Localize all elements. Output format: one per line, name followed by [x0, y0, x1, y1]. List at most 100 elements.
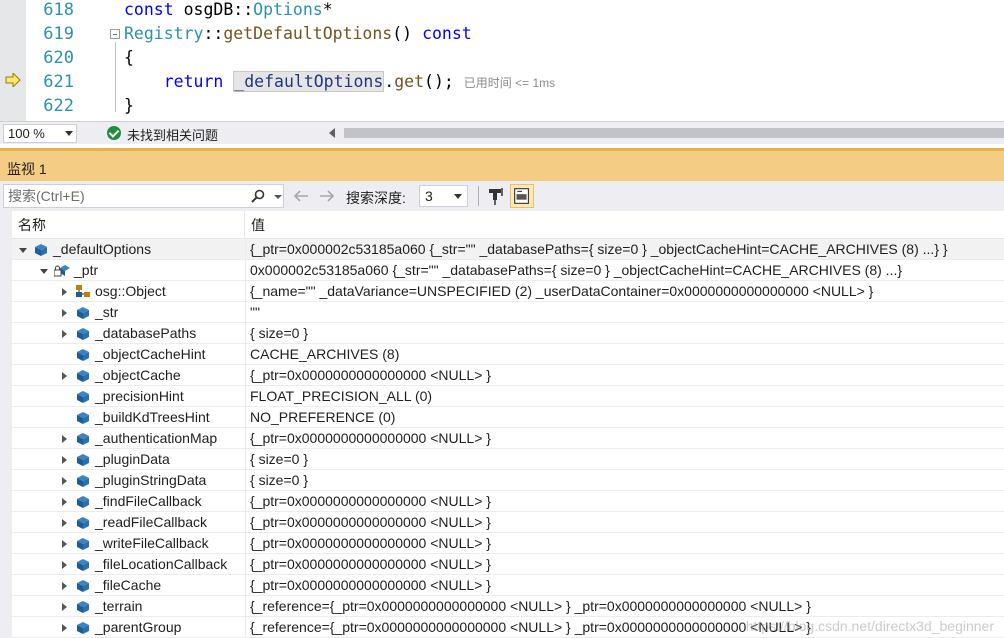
expand-triangle-icon[interactable] — [62, 372, 67, 380]
watch-row-value[interactable]: {_ptr=0x000002c53185a060 {_str="" _datab… — [250, 239, 948, 260]
watch-row-value[interactable]: {_ptr=0x0000000000000000 <NULL> } — [250, 365, 491, 386]
column-header-value[interactable]: 值 — [245, 211, 1004, 239]
code-editor[interactable]: 618 const osgDB::Options* 619 Registry::get… — [0, 0, 1004, 121]
watch-row-value[interactable]: {_ptr=0x0000000000000000 <NULL> } — [250, 491, 491, 512]
code-line[interactable]: 618 const osgDB::Options* — [0, 0, 1004, 22]
watch-row-value[interactable]: {_reference={_ptr=0x0000000000000000 <NU… — [250, 617, 811, 638]
watch-row-name[interactable]: _terrain — [95, 596, 142, 617]
expand-triangle-icon[interactable] — [62, 582, 67, 590]
zoom-level-dropdown[interactable]: 100 % — [3, 124, 77, 143]
watch-row[interactable]: _buildKdTreesHint NO_PREFERENCE (0) — [12, 407, 1004, 428]
watch-row-name[interactable]: _defaultOptions — [53, 239, 151, 260]
watch-row-name[interactable]: _pluginData — [95, 449, 170, 470]
watch-row[interactable]: _findFileCallback {_ptr=0x000000000000000… — [12, 491, 1004, 512]
code-line[interactable]: 620 { — [0, 46, 1004, 70]
code-text[interactable]: const osgDB::Options* — [124, 0, 333, 22]
watch-row-value[interactable]: {_ptr=0x0000000000000000 <NULL> } — [250, 428, 491, 449]
watch-row-name[interactable]: _writeFileCallback — [95, 533, 209, 554]
column-header-name[interactable]: 名称 — [12, 211, 245, 239]
watch-row-value[interactable]: {_reference={_ptr=0x0000000000000000 <NU… — [250, 596, 811, 617]
watch-row-value[interactable]: "" — [250, 302, 260, 323]
watch-row-name[interactable]: _precisionHint — [95, 386, 184, 407]
watch-row-name[interactable]: _objectCache — [95, 365, 181, 386]
expand-triangle-icon[interactable] — [62, 288, 67, 296]
scroll-left-arrow-icon[interactable] — [329, 128, 335, 138]
watch-row-name[interactable]: _buildKdTreesHint — [95, 407, 210, 428]
watch-row-name[interactable]: _parentGroup — [95, 617, 181, 638]
watch-row-name[interactable]: _fileCache — [95, 575, 161, 596]
watch-row-value[interactable]: FLOAT_PRECISION_ALL (0) — [250, 386, 432, 407]
expand-triangle-icon[interactable] — [62, 330, 67, 338]
watch-search-input[interactable] — [8, 187, 243, 205]
watch-row-name[interactable]: _readFileCallback — [95, 512, 207, 533]
watch-row[interactable]: _defaultOptions {_ptr=0x000002c53185a060 … — [12, 239, 1004, 260]
code-line[interactable]: 621 return _defaultOptions.get(); 已用时间 <… — [0, 70, 1004, 94]
watch-row-name[interactable]: _findFileCallback — [95, 491, 202, 512]
expand-triangle-icon[interactable] — [62, 540, 67, 548]
watch-row-value[interactable]: NO_PREFERENCE (0) — [250, 407, 395, 428]
collapse-triangle-icon[interactable] — [40, 269, 48, 274]
expand-triangle-icon[interactable] — [62, 498, 67, 506]
expand-triangle-icon[interactable] — [62, 435, 67, 443]
watch-row-value[interactable]: { size=0 } — [250, 323, 308, 344]
expand-triangle-icon[interactable] — [62, 309, 67, 317]
watch-row[interactable]: _precisionHint FLOAT_PRECISION_ALL (0) — [12, 386, 1004, 407]
search-icon[interactable] — [251, 189, 265, 203]
watch-row-name[interactable]: _databasePaths — [95, 323, 196, 344]
watch-row[interactable]: _objectCacheHint CACHE_ARCHIVES (8) — [12, 344, 1004, 365]
watch-row[interactable]: _databasePaths { size=0 } — [12, 323, 1004, 344]
expand-triangle-icon[interactable] — [62, 624, 67, 632]
perf-tip[interactable]: 已用时间 <= 1ms — [464, 76, 555, 90]
code-text[interactable]: Registry::getDefaultOptions() const — [124, 22, 472, 46]
watch-row[interactable]: _str "" — [12, 302, 1004, 323]
horizontal-scrollbar-thumb[interactable] — [344, 128, 1004, 138]
watch-row-value[interactable]: CACHE_ARCHIVES (8) — [250, 344, 399, 365]
pin-filter-icon[interactable] — [484, 184, 508, 208]
watch-row-value[interactable]: { size=0 } — [250, 449, 308, 470]
watch-row[interactable]: _objectCache {_ptr=0x0000000000000000 <NU… — [12, 365, 1004, 386]
watch-row-name[interactable]: _pluginStringData — [95, 470, 206, 491]
watch-row-value[interactable]: { size=0 } — [250, 470, 308, 491]
watch-row-name[interactable]: _objectCacheHint — [95, 344, 206, 365]
search-depth-dropdown[interactable]: 3 — [419, 185, 468, 207]
watch-row-name[interactable]: _ptr — [74, 260, 98, 281]
watch-row-value[interactable]: {_ptr=0x0000000000000000 <NULL> } — [250, 554, 491, 575]
code-text[interactable]: return _defaultOptions.get(); 已用时间 <= 1m… — [124, 70, 555, 95]
watch-row[interactable]: _fileCache {_ptr=0x0000000000000000 <NULL… — [12, 575, 1004, 596]
watch-row[interactable]: _parentGroup {_reference={_ptr=0x00000000… — [12, 617, 1004, 638]
watch-row[interactable]: _readFileCallback {_ptr=0x000000000000000… — [12, 512, 1004, 533]
watch-row-name[interactable]: _fileLocationCallback — [95, 554, 227, 575]
watch-row[interactable]: _pluginData { size=0 } — [12, 449, 1004, 470]
watch-row-name[interactable]: _str — [95, 302, 118, 323]
watch-window-title-bar[interactable]: 监视 1 — [0, 148, 1004, 181]
watch-row-name[interactable]: _authenticationMap — [95, 428, 217, 449]
expand-triangle-icon[interactable] — [62, 477, 67, 485]
watch-row[interactable]: _ptr 0x000002c53185a060 {_str="" _databas… — [12, 260, 1004, 281]
code-text[interactable]: { — [124, 46, 134, 70]
code-line[interactable]: 619 Registry::getDefaultOptions() const — [0, 22, 1004, 46]
expand-triangle-icon[interactable] — [62, 456, 67, 464]
watch-row-name[interactable]: osg::Object — [95, 281, 166, 302]
watch-row[interactable]: _authenticationMap {_ptr=0x00000000000000… — [12, 428, 1004, 449]
search-next-arrow-icon[interactable] — [318, 187, 336, 205]
expand-triangle-icon[interactable] — [62, 561, 67, 569]
watch-row[interactable]: _pluginStringData { size=0 } — [12, 470, 1004, 491]
expand-triangle-icon[interactable] — [62, 519, 67, 527]
watch-row-value[interactable]: {_ptr=0x0000000000000000 <NULL> } — [250, 533, 491, 554]
watch-row-value[interactable]: {_name="" _dataVariance=UNSPECIFIED (2) … — [250, 281, 873, 302]
watch-row[interactable]: osg::Object {_name="" _dataVariance=UNSPE… — [12, 281, 1004, 302]
watch-row[interactable]: _writeFileCallback {_ptr=0x00000000000000… — [12, 533, 1004, 554]
watch-row-value[interactable]: {_ptr=0x0000000000000000 <NULL> } — [250, 575, 491, 596]
search-options-chevron-icon[interactable] — [274, 195, 282, 199]
watch-row[interactable]: _fileLocationCallback {_ptr=0x00000000000… — [12, 554, 1004, 575]
code-text[interactable]: } — [124, 94, 134, 118]
collapse-triangle-icon[interactable] — [19, 248, 27, 253]
search-previous-arrow-icon[interactable] — [292, 187, 310, 205]
watch-row-value[interactable]: 0x000002c53185a060 {_str="" _databasePat… — [250, 260, 902, 281]
code-line[interactable]: 622} — [0, 94, 1004, 118]
expand-triangle-icon[interactable] — [62, 603, 67, 611]
tab-expand-icon[interactable] — [510, 184, 534, 208]
watch-row-value[interactable]: {_ptr=0x0000000000000000 <NULL> } — [250, 512, 491, 533]
issues-status-text[interactable]: 未找到相关问题 — [127, 125, 218, 144]
watch-search-box[interactable] — [3, 184, 284, 208]
